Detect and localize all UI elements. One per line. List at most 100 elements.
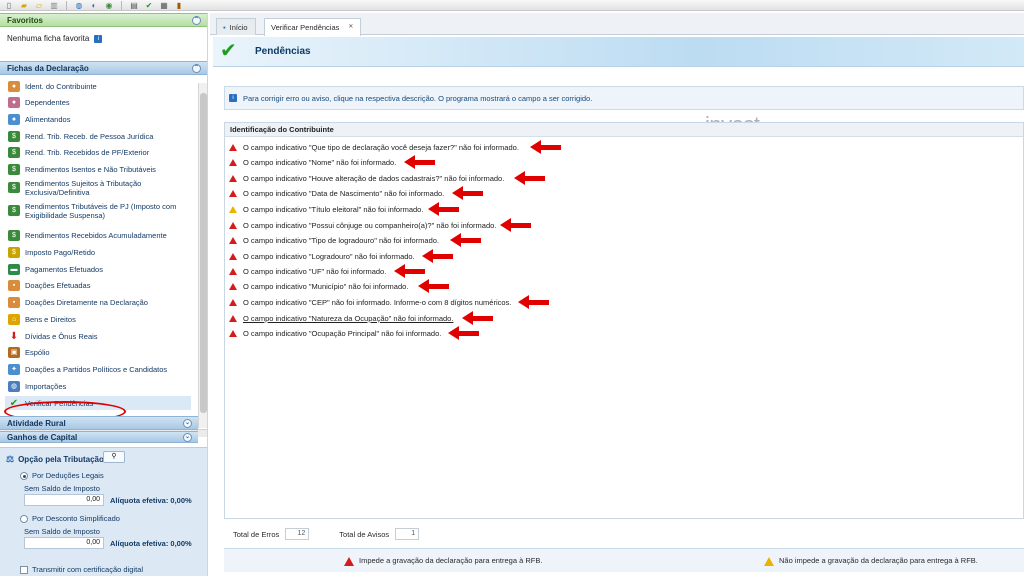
network-icon[interactable]: ◉ [104, 1, 114, 10]
sidebar-item-rend-pf-exterior[interactable]: $ Rend. Trib. Recebidos de PF/Exterior [8, 147, 149, 158]
print-icon[interactable]: ▤ [129, 1, 139, 10]
legend-bar: Impede a gravação da declaração para ent… [224, 548, 1024, 572]
pendencia-item[interactable]: O campo indicativo "Tipo de logradouro" … [229, 236, 439, 245]
sidebar-item-pagamentos[interactable]: ▬ Pagamentos Efetuados [8, 264, 103, 275]
person-icon: ● [8, 81, 20, 92]
ganhos-capital-header[interactable]: Ganhos de Capital ⌄ [0, 431, 198, 443]
deducoes-value: 0,00 [24, 494, 104, 506]
sidebar-item-importacoes[interactable]: ◍ Importações [8, 381, 66, 392]
favorites-header[interactable]: Favoritos ⌃ [0, 13, 207, 27]
globe-icon[interactable]: ◍ [74, 1, 84, 10]
pendencia-item[interactable]: O campo indicativo "Título eleitoral" nã… [229, 205, 423, 214]
annotation-arrow [514, 170, 545, 186]
sidebar-item-doacoes-partidos[interactable]: ✦ Doações a Partidos Políticos e Candidat… [8, 364, 167, 375]
pendencia-item[interactable]: O campo indicativo "UF" não foi informad… [229, 267, 386, 276]
total-warnings-value: 1 [395, 528, 420, 540]
book-icon[interactable]: ▮ [174, 1, 184, 10]
error-icon [229, 144, 237, 151]
import-icon: ◍ [8, 381, 20, 392]
help-banner: i Para corrigir erro ou aviso, clique na… [224, 86, 1024, 110]
sidebar-item-rend-pj[interactable]: $ Rend. Trib. Receb. de Pessoa Jurídica [8, 131, 153, 142]
sidebar-item-rend-isentos[interactable]: $ Rendimentos Isentos e Não Tributáveis [8, 164, 156, 175]
annotation-arrow [462, 310, 493, 326]
check-icon[interactable]: ✔ [144, 1, 154, 10]
annotation-arrow [452, 185, 483, 201]
help-text: Para corrigir erro ou aviso, clique na r… [243, 93, 593, 103]
sidebar-item-imposto-pago[interactable]: $ Imposto Pago/Retido [8, 247, 95, 258]
radio-deducoes[interactable]: Por Deduções Legais [20, 471, 104, 481]
check-icon: ✔ [220, 40, 237, 62]
error-icon [229, 190, 237, 197]
info-icon: i [229, 94, 237, 102]
money-shield-icon: $ [8, 164, 20, 175]
gift-icon: ▪ [8, 280, 20, 291]
checkbox[interactable] [20, 566, 28, 575]
fichas-header[interactable]: Fichas da Declaração ⌃ [0, 61, 207, 75]
trash-icon[interactable]: ▥ [49, 1, 59, 10]
money-doc-icon: $ [8, 182, 20, 193]
calculator-icon[interactable]: ▦ [159, 1, 169, 10]
sidebar-item-espolio[interactable]: ▣ Espólio [8, 347, 50, 358]
warning-icon [229, 206, 237, 213]
sidebar-item-alimentandos[interactable]: ● Alimentandos [8, 114, 70, 125]
open-icon[interactable]: ▰ [19, 1, 29, 10]
sidebar-item-dependentes[interactable]: ● Dependentes [8, 97, 70, 108]
pendencia-item[interactable]: O campo indicativo "Nome" não foi inform… [229, 158, 396, 167]
pendencia-item[interactable]: O campo indicativo "CEP" não foi informa… [229, 298, 511, 307]
radio-simplificado[interactable]: Por Desconto Simplificado [20, 514, 120, 524]
legend-error: Impede a gravação da declaração para ent… [344, 556, 542, 566]
refresh-icon[interactable]: ◐ [89, 1, 99, 10]
error-icon [229, 175, 237, 182]
pendencia-item[interactable]: O campo indicativo "Data de Nascimento" … [229, 189, 444, 198]
total-errors-label: Total de Erros [233, 529, 280, 539]
favorites-title: Favoritos [7, 15, 44, 25]
radio-button-selected[interactable] [20, 472, 28, 481]
close-icon[interactable]: ✕ [348, 23, 353, 32]
sidebar-item-rend-acumulados[interactable]: $ Rendimentos Recebidos Acumuladamente [8, 230, 167, 241]
pendencia-item[interactable]: O campo indicativo "Ocupação Principal" … [229, 329, 441, 338]
sidebar-scrollbar[interactable] [198, 83, 207, 428]
error-icon [229, 159, 237, 166]
sidebar-item-dividas[interactable]: ⬇ Dívidas e Ônus Reais [8, 331, 98, 342]
annotation-arrow [404, 154, 435, 170]
pendencia-item[interactable]: O campo indicativo "Natureza da Ocupação… [229, 314, 453, 323]
folder-icon[interactable]: ▱ [34, 1, 44, 10]
annotation-arrow [418, 278, 449, 294]
sidebar-item-doacoes-declaracao[interactable]: ▪ Doações Diretamente na Declaração [8, 297, 148, 308]
new-icon[interactable]: ▯ [4, 1, 14, 10]
annotation-arrow [518, 294, 549, 310]
legend-warning: Não impede a gravação da declaração para… [764, 556, 978, 566]
annotation-arrow [394, 263, 425, 279]
down-arrow-icon: ⬇ [8, 331, 20, 342]
error-icon [229, 253, 237, 260]
atividade-rural-header[interactable]: Atividade Rural ⌄ [0, 416, 198, 430]
scrollbar-thumb[interactable] [200, 93, 207, 413]
sidebar-item-rend-exigibilidade[interactable]: $ Rendimentos Tributáveis de PJ (Imposto … [8, 202, 176, 220]
error-icon [229, 283, 237, 290]
magnifier-icon: ⚲ [111, 453, 117, 460]
tax-option-title: ⚖ Opção pela Tributação: [6, 454, 107, 464]
tab-inicio[interactable]: ▪ Início [216, 18, 256, 35]
expand-icon[interactable]: ⌄ [183, 432, 192, 442]
info-icon[interactable]: i [94, 34, 103, 43]
pendencia-item[interactable]: O campo indicativo "Que tipo de declaraç… [229, 143, 519, 152]
collapse-icon[interactable]: ⌃ [192, 15, 201, 25]
pendencia-item[interactable]: O campo indicativo "Município" não foi i… [229, 282, 408, 291]
collapse-icon[interactable]: ⌃ [192, 63, 201, 73]
sidebar-item-rend-exclusiva[interactable]: $ Rendimentos Sujeitos à Tributação Exclus… [8, 179, 141, 197]
pendencia-item[interactable]: O campo indicativo "Logradouro" não foi … [229, 252, 415, 261]
toolbar: ▯ ▰ ▱ ▥ ◍ ◐ ◉ ▤ ✔ ▦ ▮ [0, 0, 1024, 11]
transmitir-checkbox[interactable]: Transmitir com certificação digital [20, 565, 143, 575]
radio-button[interactable] [20, 515, 28, 524]
sidebar-item-ident-contribuinte[interactable]: ● Ident. do Contribuinte [8, 81, 97, 92]
page-title: Pendências [255, 46, 311, 57]
house-icon: ⌂ [8, 314, 20, 325]
tab-verificar-pendencias[interactable]: Verificar Pendências ✕ [264, 18, 362, 36]
pendencia-item[interactable]: O campo indicativo "Houve alteração de d… [229, 174, 504, 183]
sidebar-item-doacoes[interactable]: ▪ Doações Efetuadas [8, 280, 90, 291]
zoom-button[interactable]: ⚲ [103, 451, 125, 463]
sidebar-item-bens-direitos[interactable]: ⌂ Bens e Direitos [8, 314, 76, 325]
pendencia-item[interactable]: O campo indicativo "Possui cônjuge ou co… [229, 221, 496, 230]
expand-icon[interactable]: ⌄ [183, 418, 192, 428]
total-errors-value: 12 [285, 528, 310, 540]
